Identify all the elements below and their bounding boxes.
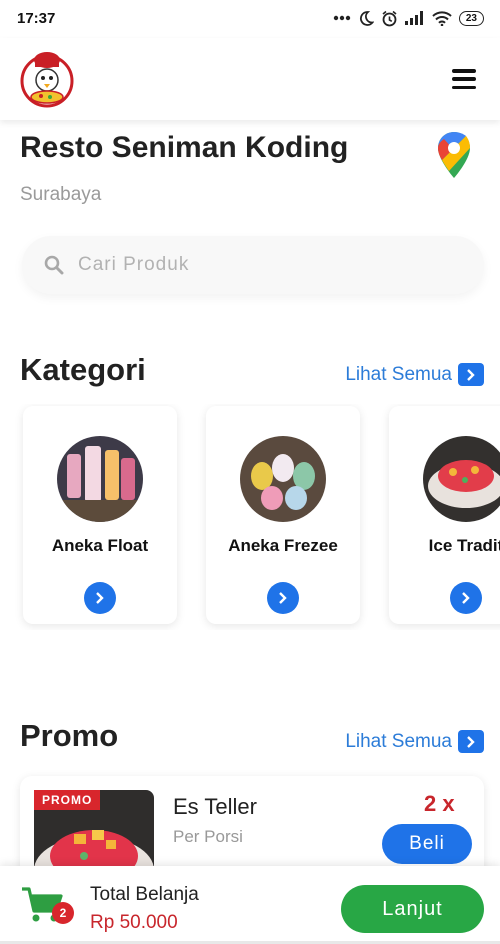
- search-bar[interactable]: [22, 236, 484, 294]
- category-open-button[interactable]: [267, 582, 299, 614]
- signal-icon: [404, 11, 423, 25]
- battery-indicator: 23: [458, 10, 484, 26]
- do-not-disturb-moon-icon: [359, 11, 374, 26]
- buy-button[interactable]: Beli: [382, 824, 472, 864]
- google-maps-pin-icon[interactable]: [436, 130, 472, 180]
- category-label: Aneka Float: [51, 536, 149, 555]
- see-all-label: Lihat Semua: [345, 730, 452, 752]
- cart-bottom-bar: 2 Total Belanja Rp 50.000 Lanjut: [0, 866, 500, 944]
- category-image-ice-traditional: [423, 436, 500, 522]
- hamburger-menu-icon[interactable]: [452, 69, 476, 89]
- promo-badge: PROMO: [34, 790, 101, 810]
- category-card[interactable]: Ice Tradit: [389, 406, 500, 624]
- status-bar: 17:37 23: [0, 0, 500, 36]
- status-time: 17:37: [17, 9, 56, 27]
- category-card[interactable]: Aneka Frezee: [206, 406, 360, 624]
- restaurant-city: Surabaya: [20, 184, 102, 205]
- category-open-button[interactable]: [450, 582, 482, 614]
- category-label: Ice Tradit: [428, 536, 500, 555]
- chevron-right-icon: [462, 592, 470, 604]
- chevron-right-icon: [279, 592, 287, 604]
- category-carousel[interactable]: Aneka Float Aneka Frezee Ice Tradit: [0, 404, 500, 630]
- chevron-right-icon: [96, 592, 104, 604]
- restaurant-chef-logo[interactable]: [20, 50, 74, 108]
- category-image-frezee: [240, 436, 326, 522]
- status-icons: 23: [333, 10, 484, 27]
- cart-count-badge: 2: [52, 902, 74, 924]
- chevron-right-icon: [458, 363, 484, 386]
- product-quantity: 2 x: [424, 791, 455, 816]
- more-dots-icon: [333, 15, 351, 21]
- alarm-clock-icon: [382, 10, 397, 26]
- app-bar: [0, 38, 500, 120]
- wifi-icon: [432, 10, 452, 26]
- chevron-right-icon: [458, 730, 484, 753]
- category-open-button[interactable]: [84, 582, 116, 614]
- product-unit: Per Porsi: [173, 827, 243, 846]
- promo-see-all-link[interactable]: Lihat Semua: [345, 730, 484, 753]
- see-all-label: Lihat Semua: [345, 363, 452, 385]
- total-label: Total Belanja: [90, 884, 199, 905]
- promo-title: Promo: [20, 718, 119, 753]
- continue-button[interactable]: Lanjut: [341, 885, 484, 933]
- search-icon: [44, 255, 64, 275]
- restaurant-name: Resto Seniman Koding: [20, 131, 349, 164]
- search-input[interactable]: [78, 254, 438, 276]
- product-name: Es Teller: [173, 794, 257, 819]
- category-image-float: [57, 436, 143, 522]
- category-card[interactable]: Aneka Float: [23, 406, 177, 624]
- category-label: Aneka Frezee: [228, 536, 338, 555]
- categories-see-all-link[interactable]: Lihat Semua: [345, 363, 484, 386]
- categories-title: Kategori: [20, 352, 146, 387]
- total-value: Rp 50.000: [90, 912, 178, 933]
